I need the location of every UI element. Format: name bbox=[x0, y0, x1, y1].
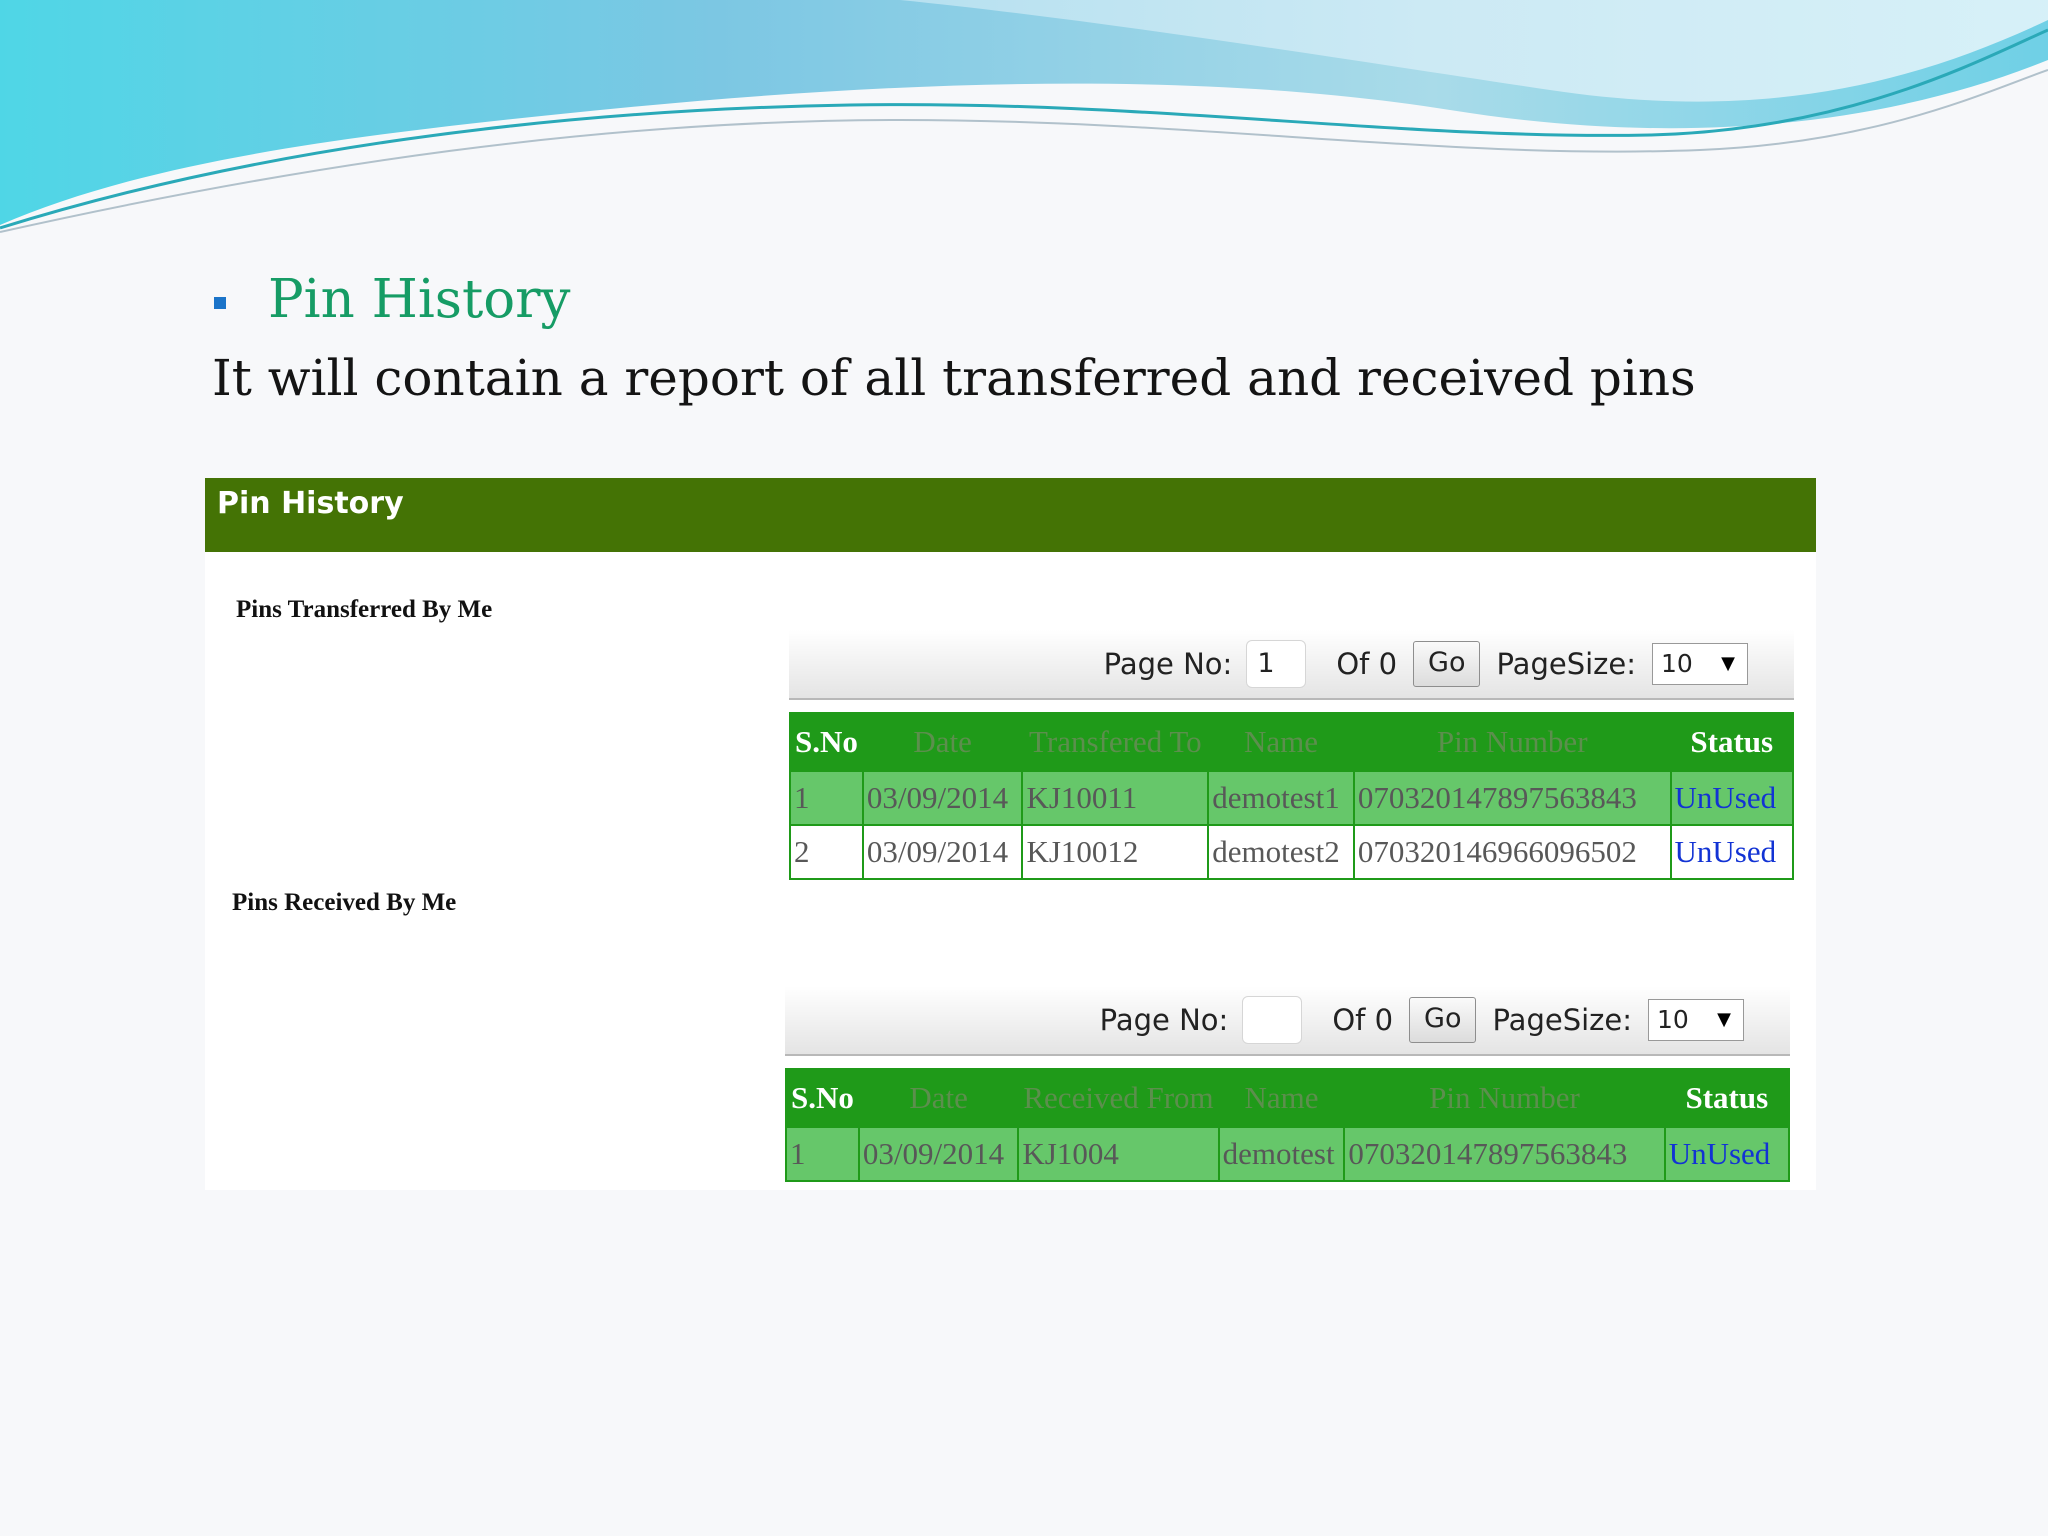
panel-header: Pin History bbox=[205, 478, 1816, 552]
slide-heading: Pin History bbox=[268, 269, 571, 330]
cell-transferred-to: KJ10011 bbox=[1021, 770, 1210, 826]
dropdown-arrow-icon: ▼ bbox=[1717, 1009, 1731, 1030]
page-size-select[interactable]: 10 ▼ bbox=[1652, 643, 1748, 685]
column-header: Pin Number bbox=[1343, 1068, 1666, 1128]
cell-date: 03/09/2014 bbox=[861, 824, 1024, 880]
received-section-label: Pins Received By Me bbox=[232, 889, 457, 916]
panel-title: Pin History bbox=[217, 486, 404, 521]
cell-pin-number: 070320146966096502 bbox=[1352, 824, 1672, 880]
cell-date: 03/09/2014 bbox=[857, 1126, 1020, 1182]
column-header: Transfered To bbox=[1021, 712, 1210, 772]
page-size-label: PageSize: bbox=[1496, 647, 1636, 681]
cell-sno: 2 bbox=[789, 824, 864, 880]
page-size-value: 10 bbox=[1661, 649, 1693, 678]
wave-banner bbox=[0, 0, 2048, 233]
column-header: Date bbox=[861, 712, 1024, 772]
page-size-value: 10 bbox=[1657, 1005, 1689, 1034]
cell-transferred-to: KJ10012 bbox=[1021, 824, 1210, 880]
column-header[interactable]: Status bbox=[1663, 1068, 1791, 1128]
page-count-label: Of 0 bbox=[1332, 1003, 1394, 1037]
page-size-label: PageSize: bbox=[1492, 1003, 1632, 1037]
go-button[interactable]: Go bbox=[1409, 997, 1477, 1043]
table-header-row: S.No Date Transfered To Name Pin Number … bbox=[789, 712, 1795, 772]
cell-status-link[interactable]: UnUsed bbox=[1663, 1126, 1791, 1182]
go-button[interactable]: Go bbox=[1413, 641, 1481, 687]
slide-subheading: It will contain a report of all transfer… bbox=[212, 349, 1696, 407]
cell-received-from: KJ1004 bbox=[1017, 1126, 1220, 1182]
column-header: Date bbox=[857, 1068, 1020, 1128]
table-header-row: S.No Date Received From Name Pin Number … bbox=[785, 1068, 1791, 1128]
slide-heading-row: Pin History bbox=[214, 268, 570, 332]
page-no-label: Page No: bbox=[1099, 1003, 1229, 1037]
cell-pin-number: 070320147897563843 bbox=[1352, 770, 1672, 826]
table-row: 1 03/09/2014 KJ10011 demotest1 070320147… bbox=[789, 770, 1795, 826]
transferred-section-label: Pins Transferred By Me bbox=[236, 596, 493, 623]
column-header: Received From bbox=[1017, 1068, 1220, 1128]
page-count-label: Of 0 bbox=[1336, 647, 1398, 681]
page-no-input[interactable] bbox=[1242, 996, 1303, 1044]
cell-status-link[interactable]: UnUsed bbox=[1669, 770, 1795, 826]
table-row: 2 03/09/2014 KJ10012 demotest2 070320146… bbox=[789, 824, 1795, 880]
page-no-input[interactable]: 1 bbox=[1246, 640, 1307, 688]
received-pager: Page No: Of 0 Go PageSize: 10 ▼ bbox=[785, 986, 1790, 1056]
cell-sno: 1 bbox=[785, 1126, 860, 1182]
column-header: Pin Number bbox=[1352, 712, 1672, 772]
column-header[interactable]: Status bbox=[1669, 712, 1795, 772]
table-row: 1 03/09/2014 KJ1004 demotest 07032014789… bbox=[785, 1126, 1791, 1182]
column-header[interactable]: S.No bbox=[785, 1068, 860, 1128]
cell-date: 03/09/2014 bbox=[861, 770, 1024, 826]
dropdown-arrow-icon: ▼ bbox=[1721, 653, 1735, 674]
column-header[interactable]: S.No bbox=[789, 712, 864, 772]
transferred-pager: Page No: 1 Of 0 Go PageSize: 10 ▼ bbox=[789, 630, 1794, 700]
cell-status-link[interactable]: UnUsed bbox=[1669, 824, 1795, 880]
cell-name: demotest2 bbox=[1207, 824, 1355, 880]
page-no-label: Page No: bbox=[1103, 647, 1233, 681]
received-table: S.No Date Received From Name Pin Number … bbox=[785, 1068, 1791, 1182]
column-header: Name bbox=[1207, 712, 1355, 772]
cell-name: demotest1 bbox=[1207, 770, 1355, 826]
bullet-icon bbox=[214, 297, 226, 309]
cell-pin-number: 070320147897563843 bbox=[1343, 1126, 1666, 1182]
page-size-select[interactable]: 10 ▼ bbox=[1648, 999, 1744, 1041]
cell-name: demotest bbox=[1217, 1126, 1346, 1182]
cell-sno: 1 bbox=[789, 770, 864, 826]
transferred-table: S.No Date Transfered To Name Pin Number … bbox=[789, 712, 1795, 880]
column-header: Name bbox=[1217, 1068, 1346, 1128]
